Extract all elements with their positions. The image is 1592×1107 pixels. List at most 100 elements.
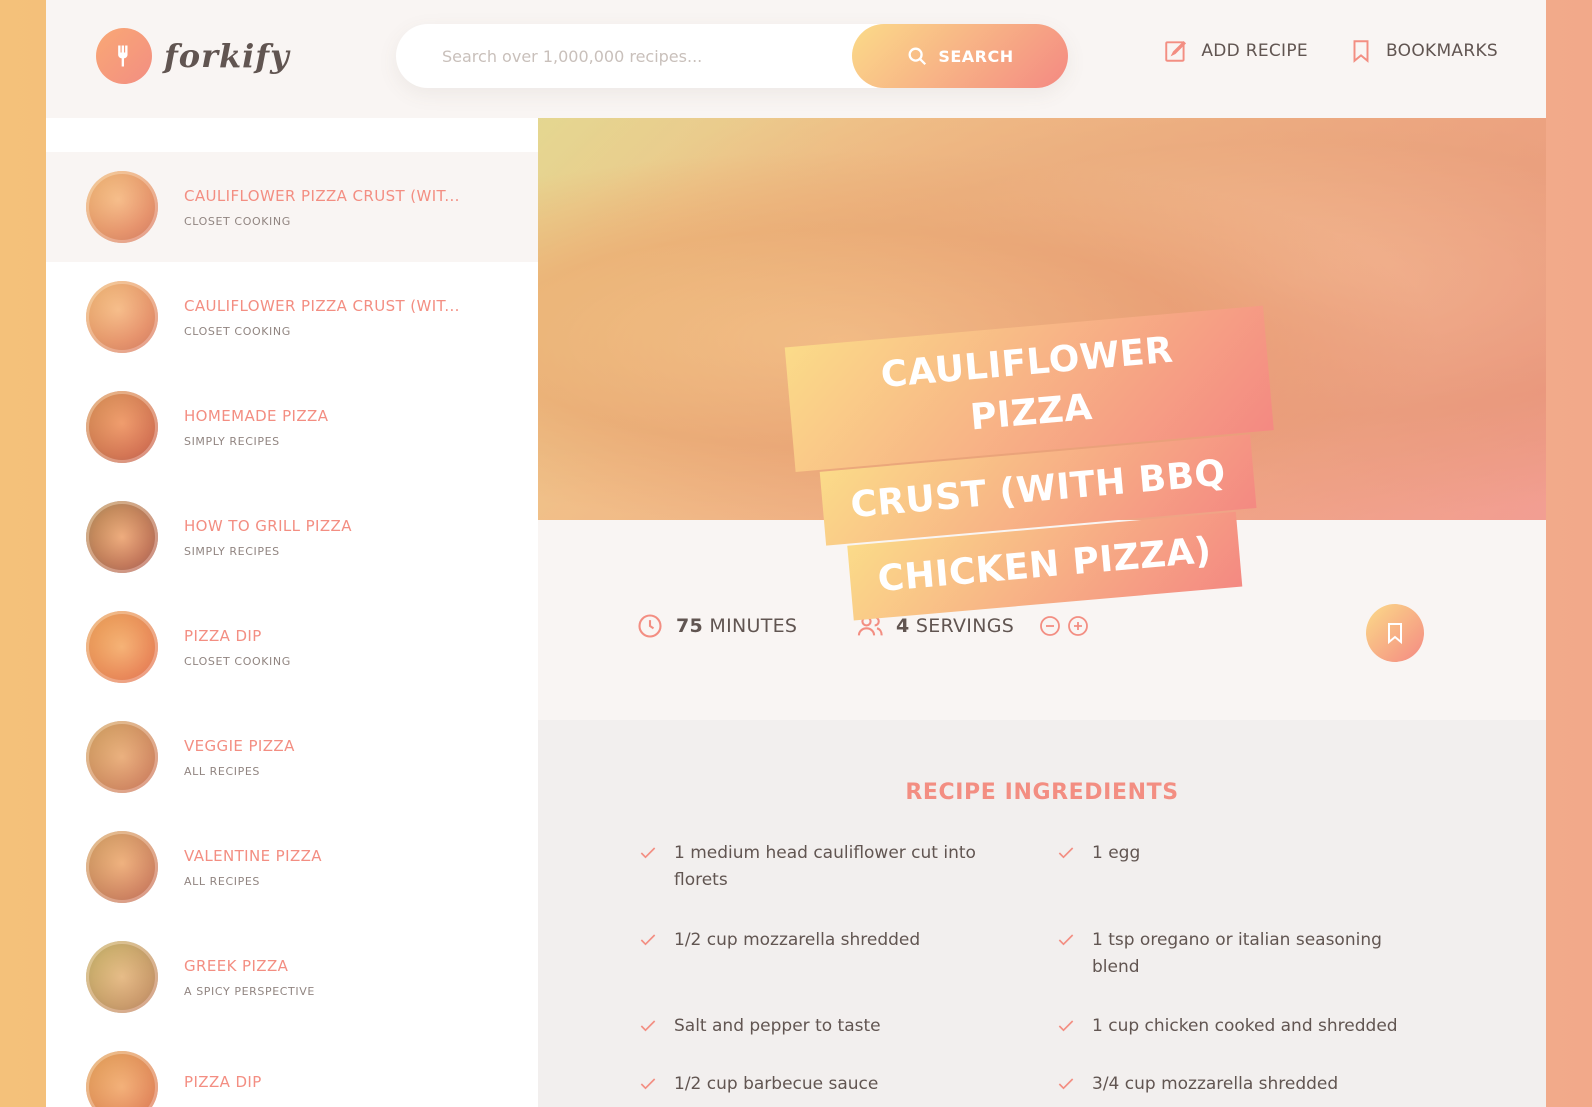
- result-publisher: CLOSET COOKING: [184, 214, 291, 228]
- nav-bookmarks-label: BOOKMARKS: [1385, 41, 1498, 61]
- search-button-label: SEARCH: [938, 46, 1014, 66]
- ingredient-text: 1 tsp oregano or italian seasoning blend: [1092, 930, 1382, 977]
- result-title: CAULIFLOWER PIZZA CRUST (WIT...: [184, 186, 460, 205]
- ingredient-item: 1/2 cup barbecue sauce: [638, 1071, 998, 1098]
- result-image: [86, 501, 158, 573]
- recipe-title: CAULIFLOWER PIZZA CRUST (WITH BBQ CHICKE…: [784, 305, 1288, 626]
- ingredient-text: 1 egg: [1092, 843, 1141, 863]
- minutes-value: 75: [676, 615, 704, 637]
- result-title: PIZZA DIP: [184, 1073, 262, 1091]
- result-text: VALENTINE PIZZA ALL RECIPES: [184, 847, 322, 888]
- result-image: [86, 611, 158, 683]
- logo[interactable]: forkify: [96, 28, 290, 84]
- fork-logo-icon: [96, 28, 152, 84]
- recipe-ingredients: RECIPE INGREDIENTS 1 medium head caulifl…: [538, 720, 1546, 1107]
- result-title: VALENTINE PIZZA: [184, 846, 322, 865]
- servings-controls: [1038, 614, 1090, 638]
- header: forkify SEARCH ADD RECIPE BOOKMARKS: [46, 0, 1546, 118]
- nav: ADD RECIPE BOOKMARKS: [1163, 38, 1498, 64]
- result-image: [86, 721, 158, 793]
- result-text: HOW TO GRILL PIZZA SIMPLY RECIPES: [184, 517, 352, 558]
- ingredient-item: 3/4 cup mozzarella shredded: [1056, 1071, 1416, 1098]
- check-icon: [640, 1078, 656, 1090]
- nav-add-recipe-label: ADD RECIPE: [1201, 41, 1308, 61]
- search-results: CAULIFLOWER PIZZA CRUST (WIT... CLOSET C…: [46, 118, 538, 1107]
- result-item[interactable]: CAULIFLOWER PIZZA CRUST (WIT... CLOSET C…: [46, 262, 538, 372]
- result-title: CAULIFLOWER PIZZA CRUST (WIT...: [184, 296, 460, 315]
- result-publisher: ALL RECIPES: [184, 874, 260, 888]
- result-text: PIZZA DIP: [184, 1073, 262, 1101]
- servings-value: 4: [896, 615, 910, 637]
- result-item[interactable]: GREEK PIZZA A SPICY PERSPECTIVE: [46, 922, 538, 1032]
- ingredient-item: 1 tsp oregano or italian seasoning blend: [1056, 927, 1416, 981]
- ingredient-item: 1/2 cup mozzarella shredded: [638, 927, 998, 954]
- check-icon: [1058, 934, 1074, 946]
- ingredient-text: 1 cup chicken cooked and shredded: [1092, 1016, 1398, 1036]
- result-text: GREEK PIZZA A SPICY PERSPECTIVE: [184, 957, 315, 998]
- bookmark-icon: [1388, 623, 1402, 645]
- result-item[interactable]: VALENTINE PIZZA ALL RECIPES: [46, 812, 538, 922]
- ingredients-heading: RECIPE INGREDIENTS: [905, 780, 1179, 805]
- search-icon: [908, 47, 927, 66]
- check-icon: [640, 847, 656, 859]
- result-title: HOW TO GRILL PIZZA: [184, 516, 352, 535]
- logo-text: forkify: [164, 37, 290, 75]
- app-container: forkify SEARCH ADD RECIPE BOOKMARKS: [46, 0, 1546, 1107]
- result-image: [86, 391, 158, 463]
- recipe-view: CAULIFLOWER PIZZA CRUST (WITH BBQ CHICKE…: [538, 118, 1546, 1107]
- result-item[interactable]: HOW TO GRILL PIZZA SIMPLY RECIPES: [46, 482, 538, 592]
- result-title: PIZZA DIP: [184, 626, 262, 645]
- check-icon: [1058, 847, 1074, 859]
- bookmark-recipe-button[interactable]: [1366, 604, 1424, 662]
- result-item[interactable]: CAULIFLOWER PIZZA CRUST (WIT... CLOSET C…: [46, 152, 538, 262]
- result-text: CAULIFLOWER PIZZA CRUST (WIT... CLOSET C…: [184, 297, 460, 338]
- result-publisher: SIMPLY RECIPES: [184, 434, 280, 448]
- result-publisher: A SPICY PERSPECTIVE: [184, 984, 315, 998]
- ingredient-text: 1/2 cup barbecue sauce: [674, 1074, 879, 1094]
- bookmark-icon: [1353, 40, 1369, 63]
- ingredient-text: 1 medium head cauliflower cut into flore…: [674, 843, 976, 890]
- result-image: [86, 1051, 158, 1107]
- search-form: SEARCH: [396, 24, 1068, 88]
- ingredient-text: 3/4 cup mozzarella shredded: [1092, 1074, 1339, 1094]
- result-image: [86, 171, 158, 243]
- ingredient-text: Salt and pepper to taste: [674, 1016, 881, 1036]
- check-icon: [1058, 1078, 1074, 1090]
- check-icon: [640, 1020, 656, 1032]
- ingredient-text: 1/2 cup mozzarella shredded: [674, 930, 921, 950]
- result-text: VEGGIE PIZZA ALL RECIPES: [184, 737, 295, 778]
- result-publisher: ALL RECIPES: [184, 764, 260, 778]
- result-text: HOMEMADE PIZZA SIMPLY RECIPES: [184, 407, 328, 448]
- result-image: [86, 831, 158, 903]
- result-item[interactable]: VEGGIE PIZZA ALL RECIPES: [46, 702, 538, 812]
- check-icon: [1058, 1020, 1074, 1032]
- recipe-duration: 75 MINUTES: [636, 612, 797, 640]
- clock-icon: [638, 614, 662, 638]
- result-image: [86, 281, 158, 353]
- nav-add-recipe[interactable]: ADD RECIPE: [1163, 38, 1308, 64]
- ingredient-item: 1 medium head cauliflower cut into flore…: [638, 840, 998, 894]
- result-item[interactable]: HOMEMADE PIZZA SIMPLY RECIPES: [46, 372, 538, 482]
- result-text: PIZZA DIP CLOSET COOKING: [184, 627, 291, 668]
- result-publisher: SIMPLY RECIPES: [184, 544, 280, 558]
- search-input[interactable]: [396, 24, 796, 88]
- increase-servings-icon[interactable]: [1066, 614, 1090, 638]
- edit-icon: [1165, 40, 1187, 62]
- result-item[interactable]: PIZZA DIP: [46, 1032, 538, 1107]
- result-image: [86, 941, 158, 1013]
- servings-label: SERVINGS: [915, 615, 1015, 637]
- ingredient-item: 1 egg: [1056, 840, 1416, 867]
- ingredient-item: Salt and pepper to taste: [638, 1013, 998, 1040]
- minutes-label: MINUTES: [709, 615, 798, 637]
- result-text: CAULIFLOWER PIZZA CRUST (WIT... CLOSET C…: [184, 187, 460, 228]
- search-button[interactable]: SEARCH: [852, 24, 1068, 88]
- result-publisher: CLOSET COOKING: [184, 324, 291, 338]
- result-title: VEGGIE PIZZA: [184, 736, 295, 755]
- decrease-servings-icon[interactable]: [1038, 614, 1062, 638]
- nav-bookmarks[interactable]: BOOKMARKS: [1348, 38, 1498, 64]
- result-title: GREEK PIZZA: [184, 956, 289, 975]
- check-icon: [640, 934, 656, 946]
- result-title: HOMEMADE PIZZA: [184, 406, 329, 425]
- result-item[interactable]: PIZZA DIP CLOSET COOKING: [46, 592, 538, 702]
- result-publisher: CLOSET COOKING: [184, 654, 291, 668]
